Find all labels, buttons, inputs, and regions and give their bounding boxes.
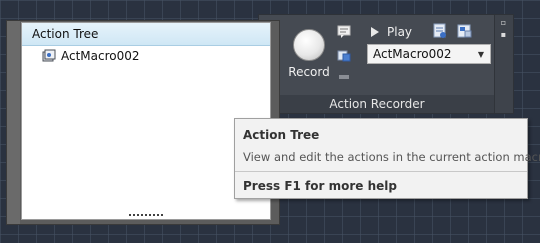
- tooltip-description: View and edit the actions in the current…: [243, 150, 540, 164]
- tooltip-title: Action Tree: [243, 128, 320, 142]
- record-button[interactable]: Record: [281, 29, 337, 87]
- record-icon: [293, 29, 325, 61]
- action-recorder-panel: Record Play ActMacro002 ▼ Action Recorde…: [258, 14, 514, 114]
- panel-side-strip: ▫ ▪: [494, 15, 513, 113]
- tooltip: Action Tree View and edit the actions in…: [234, 118, 540, 199]
- panel-options-icon[interactable]: ▪: [499, 31, 508, 39]
- macro-icon: [42, 49, 56, 62]
- close-icon[interactable]: ▫: [499, 19, 508, 27]
- palette-grip-strip[interactable]: [7, 21, 20, 224]
- tree-item[interactable]: ActMacro002: [42, 49, 140, 63]
- preferences-icon[interactable]: [432, 23, 448, 39]
- play-label: Play: [387, 25, 413, 39]
- tooltip-help: Press F1 for more help: [243, 179, 397, 193]
- base-point-icon[interactable]: [337, 70, 351, 84]
- macro-select[interactable]: ActMacro002 ▼: [367, 44, 491, 64]
- resize-grip[interactable]: [128, 213, 164, 217]
- panel-title[interactable]: Action Recorder: [259, 95, 495, 113]
- manager-icon[interactable]: [457, 23, 473, 39]
- play-button[interactable]: Play: [371, 24, 412, 40]
- record-label: Record: [288, 65, 330, 79]
- request-user-input-icon[interactable]: [337, 49, 351, 63]
- tree-header[interactable]: Action Tree: [22, 23, 270, 46]
- insert-message-icon[interactable]: [337, 25, 351, 39]
- macro-select-value: ActMacro002: [373, 47, 452, 61]
- tooltip-divider: [235, 171, 527, 172]
- ribbon-body: Record Play ActMacro002 ▼: [259, 15, 495, 95]
- tree-item-label: ActMacro002: [61, 49, 140, 63]
- chevron-down-icon: ▼: [477, 50, 484, 59]
- play-icon: [371, 27, 379, 37]
